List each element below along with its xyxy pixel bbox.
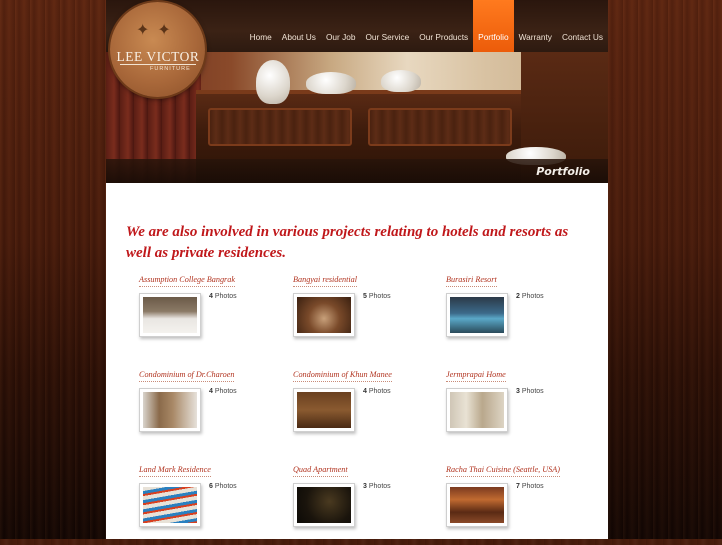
project-photo — [297, 297, 351, 333]
project-photo — [450, 392, 504, 428]
project-photo — [297, 392, 351, 428]
photo-count: 5 Photos — [363, 293, 391, 300]
photo-count: 4 Photos — [363, 388, 391, 395]
project-thumbnail[interactable] — [293, 293, 355, 337]
project-item: Condominium of Dr.Charoen 4 Photos — [139, 370, 289, 450]
project-thumbnail[interactable] — [139, 388, 201, 432]
photo-count: 7 Photos — [516, 483, 544, 490]
nav-about-us[interactable]: About Us — [277, 0, 321, 52]
nav-our-job[interactable]: Our Job — [321, 0, 361, 52]
project-thumbnail[interactable] — [139, 293, 201, 337]
project-title-link[interactable]: Condominium of Khun Manee — [293, 370, 392, 382]
photo-count: 6 Photos — [209, 483, 237, 490]
project-thumbnail[interactable] — [293, 483, 355, 527]
page-container: Home About Us Our Job Our Service Our Pr… — [106, 0, 608, 539]
project-photo — [450, 487, 504, 523]
intro-heading: We are also involved in various projects… — [126, 224, 569, 261]
project-thumbnail[interactable] — [139, 483, 201, 527]
photo-count: 2 Photos — [516, 293, 544, 300]
project-item: Land Mark Residence 6 Photos — [139, 465, 289, 545]
cabinet-drawer — [208, 108, 352, 146]
project-item: Condominium of Khun Manee 4 Photos — [293, 370, 443, 450]
project-item: Bangyai residential 5 Photos — [293, 275, 443, 355]
project-photo — [143, 297, 197, 333]
project-photo — [297, 487, 351, 523]
project-title-link[interactable]: Racha Thai Cuisine (Seattle, USA) — [446, 465, 560, 477]
birds-icon: ✦✦ — [136, 22, 179, 39]
nav-home[interactable]: Home — [245, 0, 277, 52]
banner-caption: Portfolio — [536, 165, 590, 178]
nav-portfolio[interactable]: Portfolio — [473, 0, 514, 52]
project-thumbnail[interactable] — [446, 293, 508, 337]
project-title-link[interactable]: Jermprapai Home — [446, 370, 506, 382]
teapot-illustration — [306, 72, 356, 94]
project-title-link[interactable]: Assumption College Bangrak — [139, 275, 235, 287]
main-nav: Home About Us Our Job Our Service Our Pr… — [245, 0, 608, 52]
cup-illustration — [381, 70, 421, 92]
project-photo — [143, 392, 197, 428]
nav-warranty[interactable]: Warranty — [514, 0, 557, 52]
photo-count: 4 Photos — [209, 388, 237, 395]
nav-our-service[interactable]: Our Service — [360, 0, 414, 52]
wood-background-left — [0, 0, 106, 539]
wood-background-right — [608, 0, 722, 539]
brand-name: LEE VICTOR — [116, 49, 200, 64]
project-title-link[interactable]: Quad Apartment — [293, 465, 348, 477]
cabinet-drawer — [368, 108, 512, 146]
photo-count: 3 Photos — [516, 388, 544, 395]
project-title-link[interactable]: Burasiri Resort — [446, 275, 497, 287]
vase-illustration — [256, 60, 290, 104]
brand-logo[interactable]: ✦✦ LEE VICTOR FURNITURE — [110, 2, 205, 97]
photo-count: 3 Photos — [363, 483, 391, 490]
project-thumbnail[interactable] — [446, 483, 508, 527]
photo-count: 4 Photos — [209, 293, 237, 300]
nav-our-products[interactable]: Our Products — [414, 0, 473, 52]
project-photo — [143, 487, 197, 523]
brand-tagline: FURNITURE — [150, 66, 191, 72]
project-item: Racha Thai Cuisine (Seattle, USA) 7 Phot… — [446, 465, 596, 545]
project-title-link[interactable]: Land Mark Residence — [139, 465, 211, 477]
project-item: Quad Apartment 3 Photos — [293, 465, 443, 545]
project-title-link[interactable]: Condominium of Dr.Charoen — [139, 370, 235, 382]
project-title-link[interactable]: Bangyai residential — [293, 275, 358, 287]
banner-caption-bar: Portfolio — [106, 159, 608, 183]
logo-divider — [120, 64, 196, 65]
nav-contact-us[interactable]: Contact Us — [557, 0, 608, 52]
project-photo — [450, 297, 504, 333]
project-item: Jermprapai Home 3 Photos — [446, 370, 596, 450]
project-thumbnail[interactable] — [446, 388, 508, 432]
project-item: Assumption College Bangrak 4 Photos — [139, 275, 289, 355]
project-thumbnail[interactable] — [293, 388, 355, 432]
project-item: Burasiri Resort 2 Photos — [446, 275, 596, 355]
